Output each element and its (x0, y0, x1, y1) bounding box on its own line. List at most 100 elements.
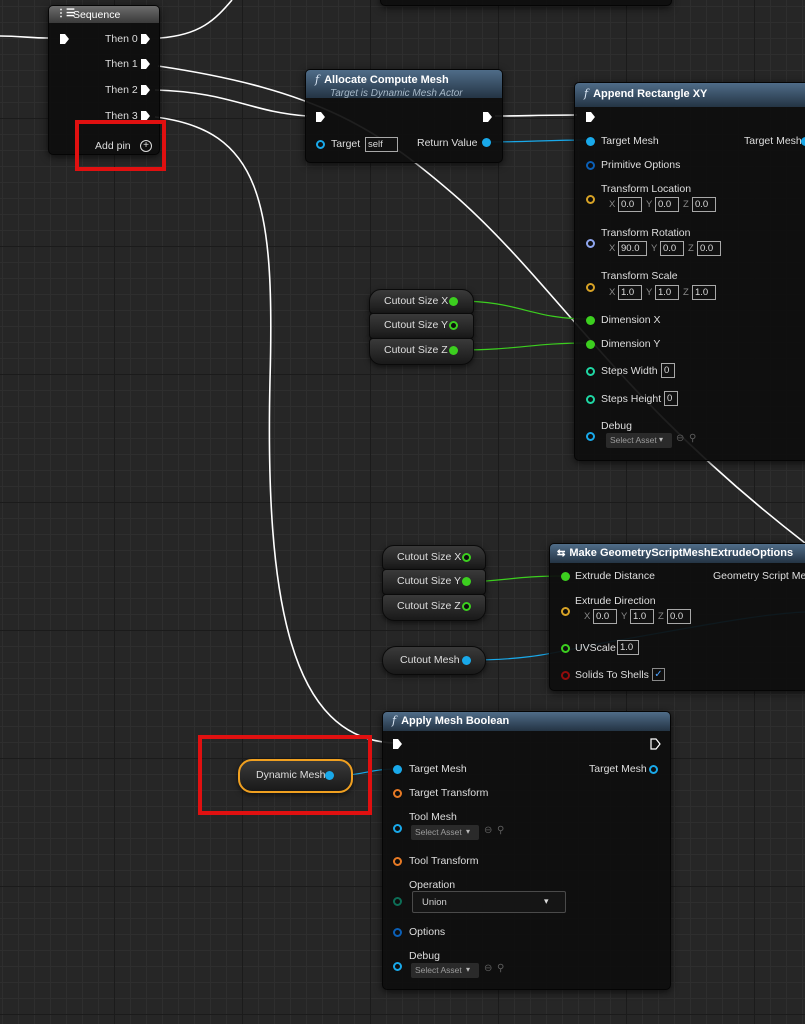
cutout-size-y-pin-1[interactable] (449, 321, 458, 330)
extrude-direction-label: Extrude Direction (575, 595, 656, 607)
boolean-tool-mesh-use-selected-icon[interactable]: ⊖ (484, 825, 492, 836)
boolean-debug-pin[interactable] (393, 962, 402, 971)
extrude-dir-x[interactable]: 0.0 (593, 609, 617, 624)
boolean-operation-pin[interactable] (393, 897, 402, 906)
append-rot-z[interactable]: 0.0 (697, 241, 721, 256)
append-primitive-options-label: Primitive Options (601, 159, 681, 171)
extrude-distance-label: Extrude Distance (575, 570, 655, 582)
append-target-mesh-out-label: Target Mesh (744, 135, 802, 147)
extrude-dir-z[interactable]: 0.0 (667, 609, 691, 624)
boolean-target-mesh-pin[interactable] (393, 765, 402, 774)
append-steps-width-label: Steps Width (601, 365, 658, 377)
append-loc-z[interactable]: 0.0 (692, 197, 716, 212)
append-steps-height-pin[interactable] (586, 395, 595, 404)
cutout-size-x-pin-2[interactable] (462, 553, 471, 562)
boolean-exec-out-pin[interactable] (650, 738, 661, 750)
append-steps-height-value[interactable]: 0 (664, 391, 678, 406)
extrude-uvscale-pin[interactable] (561, 644, 570, 653)
boolean-options-label: Options (409, 926, 446, 938)
append-rectangle-xy-node[interactable]: f Append Rectangle XY Target Mesh Target … (574, 82, 805, 461)
append-use-selected-icon[interactable]: ⊖ (676, 433, 684, 444)
append-title: f Append Rectangle XY (584, 87, 708, 100)
cutout-mesh-label: Cutout Mesh (400, 654, 460, 666)
append-select-asset-chevron-icon: ▾ (659, 435, 664, 444)
append-scale-z[interactable]: 1.0 (692, 285, 716, 300)
cutout-size-z-pin-2[interactable] (462, 602, 471, 611)
axis-z-label: Z (658, 611, 664, 622)
extrude-dir-y[interactable]: 1.0 (630, 609, 654, 624)
apply-mesh-boolean-node[interactable]: f Apply Mesh Boolean Target Mesh Target M… (382, 711, 671, 990)
cutout-size-y-label-1: Cutout Size Y (384, 319, 449, 331)
append-dimension-x-pin[interactable] (586, 316, 595, 325)
boolean-debug-label: Debug (409, 950, 440, 962)
boolean-options-pin[interactable] (393, 928, 402, 937)
append-scale-x[interactable]: 1.0 (618, 285, 642, 300)
append-loc-x[interactable]: 0.0 (618, 197, 642, 212)
boolean-target-transform-pin[interactable] (393, 789, 402, 798)
append-steps-width-pin[interactable] (586, 367, 595, 376)
append-transform-rotation-pin[interactable] (586, 239, 595, 248)
cutout-size-x-pin-1[interactable] (449, 297, 458, 306)
boolean-target-mesh-out-label: Target Mesh (589, 763, 647, 775)
add-pin-plus-icon[interactable]: + (140, 140, 152, 152)
allocate-exec-in-pin[interactable] (315, 111, 326, 123)
append-steps-width-value[interactable]: 0 (661, 363, 675, 378)
dynamic-mesh-pin[interactable] (325, 771, 334, 780)
append-rot-x[interactable]: 90.0 (618, 241, 647, 256)
axis-y-label: Y (621, 611, 628, 622)
dynamic-mesh-label: Dynamic Mesh (256, 769, 326, 781)
allocate-return-pin[interactable] (482, 138, 491, 147)
extrude-uvscale-value[interactable]: 1.0 (617, 640, 639, 655)
extrude-uvscale-label: UVScale (575, 642, 616, 654)
append-dimension-y-label: Dimension Y (601, 338, 661, 350)
boolean-tool-transform-pin[interactable] (393, 857, 402, 866)
sequence-then-0-pin[interactable] (140, 33, 151, 45)
append-debug-label: Debug (601, 420, 632, 432)
cutout-mesh-pin[interactable] (462, 656, 471, 665)
allocate-exec-out-pin[interactable] (482, 111, 493, 123)
append-rot-y[interactable]: 0.0 (660, 241, 684, 256)
append-browse-icon[interactable]: ⚲ (689, 433, 696, 444)
offscreen-node-bottom-edge[interactable] (380, 0, 672, 6)
boolean-exec-in-pin[interactable] (392, 738, 403, 750)
append-exec-in-pin[interactable] (585, 111, 596, 123)
function-icon: f (584, 87, 589, 100)
boolean-tool-mesh-pin[interactable] (393, 824, 402, 833)
append-transform-location-label: Transform Location (601, 183, 692, 195)
append-target-mesh-pin[interactable] (586, 137, 595, 146)
allocate-target-value[interactable]: self (365, 137, 398, 152)
append-scale-y[interactable]: 1.0 (655, 285, 679, 300)
append-dimension-y-pin[interactable] (586, 340, 595, 349)
append-target-mesh-out-pin[interactable] (801, 137, 805, 146)
extrude-solids-to-shells-pin[interactable] (561, 671, 570, 680)
allocate-compute-mesh-node[interactable]: f Allocate Compute Mesh Target is Dynamic… (305, 69, 503, 163)
sequence-exec-in-pin[interactable] (59, 33, 70, 45)
sequence-then-1-pin[interactable] (140, 58, 151, 70)
sequence-then-3-pin[interactable] (140, 110, 151, 122)
boolean-debug-browse-icon[interactable]: ⚲ (497, 963, 504, 974)
append-primitive-options-pin[interactable] (586, 161, 595, 170)
boolean-tool-mesh-browse-icon[interactable]: ⚲ (497, 825, 504, 836)
boolean-operation-dropdown[interactable]: Union (412, 891, 566, 913)
append-transform-scale-pin[interactable] (586, 283, 595, 292)
extrude-solids-to-shells-checkbox[interactable]: ✓ (652, 668, 665, 681)
append-loc-y[interactable]: 0.0 (655, 197, 679, 212)
make-extrude-options-node[interactable]: ⇆ Make GeometryScriptMeshExtrudeOptions E… (549, 543, 805, 691)
boolean-operation-label: Operation (409, 879, 456, 891)
append-debug-pin[interactable] (586, 432, 595, 441)
sequence-then-1: Then 1 (105, 58, 138, 70)
axis-x-label: X (609, 199, 616, 210)
append-transform-location-pin[interactable] (586, 195, 595, 204)
allocate-target-pin[interactable] (316, 140, 325, 149)
sequence-then-2-pin[interactable] (140, 84, 151, 96)
add-pin-label[interactable]: Add pin (95, 140, 131, 152)
extrude-distance-pin[interactable] (561, 572, 570, 581)
cutout-size-z-pin-1[interactable] (449, 346, 458, 355)
boolean-target-mesh-out-pin[interactable] (649, 765, 658, 774)
extrude-direction-pin[interactable] (561, 607, 570, 616)
append-steps-height-label: Steps Height (601, 393, 662, 405)
append-transform-scale-label: Transform Scale (601, 270, 678, 282)
cutout-size-y-pin-2[interactable] (462, 577, 471, 586)
sequence-node[interactable]: ⋮☰ Sequence Then 0 Then 1 Then 2 Then 3 … (48, 5, 160, 155)
boolean-debug-use-selected-icon[interactable]: ⊖ (484, 963, 492, 974)
